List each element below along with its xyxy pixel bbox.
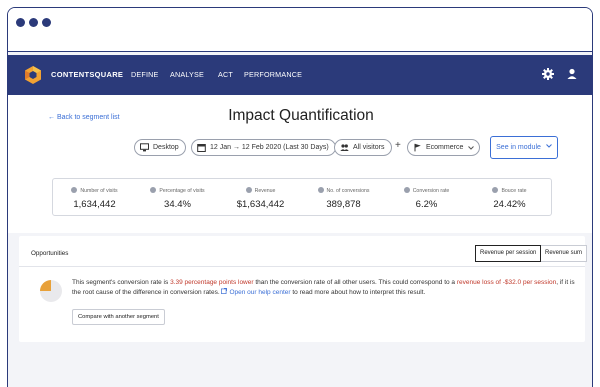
brand-name[interactable]: CONTENTSQUARE <box>51 70 123 79</box>
metric-label: Percentage of visits <box>159 188 205 194</box>
metric-label: No. of conversions <box>326 188 370 194</box>
page-title: Impact Quantification <box>228 107 374 124</box>
window-minimize-dot[interactable] <box>29 18 38 27</box>
info-icon[interactable] <box>71 187 78 193</box>
metric-label: Bouce rate <box>501 188 527 194</box>
metric-value: 1,634,442 <box>73 199 116 210</box>
user-icon[interactable] <box>565 67 579 81</box>
revenue-loss-highlight: revenue loss of -$32.0 per session <box>456 279 557 286</box>
metric-number-of-visits: Number of visits 1,634,442 <box>53 179 136 215</box>
metric-value: $1,634,442 <box>236 199 285 210</box>
device-filter[interactable]: Desktop <box>134 139 186 156</box>
contentsquare-logo-icon[interactable] <box>24 66 42 84</box>
metric-revenue: Revenue $1,634,442 <box>219 179 302 215</box>
segment-filter[interactable]: Ecommerce <box>407 139 481 156</box>
metric-value: 6.2% <box>415 199 438 210</box>
metric-conversion-rate: Conversion rate 6.2% <box>385 179 468 215</box>
metric-value: 24.42% <box>493 199 526 210</box>
metrics-summary-card: Number of visits 1,634,442 Percentage of… <box>52 178 552 216</box>
external-link-icon <box>221 288 228 294</box>
info-icon[interactable] <box>492 187 499 193</box>
metric-bounce-rate: Bouce rate 24.42% <box>468 179 551 215</box>
users-icon <box>340 144 349 151</box>
nav-performance[interactable]: PERFORMANCE <box>244 70 302 79</box>
help-center-link[interactable]: Open our help center <box>229 289 290 296</box>
metric-label: Number of visits <box>80 188 118 194</box>
gear-icon[interactable] <box>541 67 555 81</box>
date-range-label: 12 Jan → 12 Feb 2020 (Last 30 Days) <box>210 144 329 151</box>
compare-segment-button[interactable]: Compare with another segment <box>72 309 165 325</box>
window-maximize-dot[interactable] <box>42 18 51 27</box>
page-header: ← Back to segment list Impact Quantifica… <box>8 95 592 233</box>
pie-chart-icon <box>40 280 62 302</box>
metric-value: 389,878 <box>326 199 361 210</box>
info-icon[interactable] <box>403 187 410 193</box>
info-icon[interactable] <box>317 187 324 193</box>
desktop-icon <box>140 143 149 152</box>
metric-label: Conversion rate <box>412 188 450 194</box>
flag-icon <box>414 143 421 152</box>
device-filter-label: Desktop <box>153 144 179 151</box>
add-filter-plus[interactable]: + <box>395 140 401 151</box>
nav-act[interactable]: ACT <box>218 70 233 79</box>
opportunities-panel: Opportunities Revenue per session Revenu… <box>19 236 588 342</box>
info-icon[interactable] <box>245 187 252 193</box>
see-in-module-button[interactable]: See in module <box>490 136 558 159</box>
browser-window: CONTENTSQUARE DEFINE ANALYSE ACT PERFORM… <box>7 7 593 387</box>
visitors-filter[interactable]: All visitors <box>334 139 392 156</box>
calendar-icon <box>197 144 206 152</box>
opportunity-description: This segment's conversion rate is 3.39 p… <box>72 279 575 296</box>
visitors-filter-label: All visitors <box>353 144 385 151</box>
window-close-dot[interactable] <box>16 18 25 27</box>
metric-conversions: No. of conversions 389,878 <box>302 179 385 215</box>
window-titlebar <box>8 8 592 52</box>
date-range-filter[interactable]: 12 Jan → 12 Feb 2020 (Last 30 Days) <box>191 139 336 156</box>
see-in-module-label: See in module <box>496 144 541 151</box>
toggle-revenue-per-session[interactable]: Revenue per session <box>475 245 542 262</box>
chevron-down-icon <box>468 146 475 150</box>
nav-define[interactable]: DEFINE <box>131 70 159 79</box>
metric-value: 34.4% <box>164 199 191 210</box>
chevron-down-icon <box>546 144 552 148</box>
nav-analyse[interactable]: ANALYSE <box>170 70 204 79</box>
info-icon[interactable] <box>150 187 157 193</box>
opportunities-title: Opportunities <box>31 250 69 257</box>
metric-percentage-of-visits: Percentage of visits 34.4% <box>136 179 219 215</box>
conversion-gap-highlight: 3.39 percentage points lower <box>170 279 254 286</box>
metric-label: Revenue <box>254 188 276 194</box>
top-navbar: CONTENTSQUARE DEFINE ANALYSE ACT PERFORM… <box>8 55 592 95</box>
segment-filter-label: Ecommerce <box>426 144 464 151</box>
divider <box>19 266 585 267</box>
toggle-revenue-sum[interactable]: Revenue sum <box>541 245 588 262</box>
